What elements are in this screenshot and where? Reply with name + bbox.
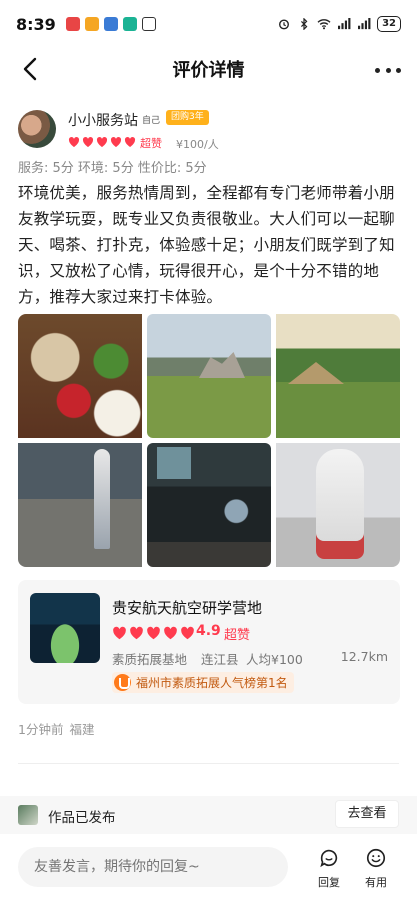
heart-icon [130, 626, 143, 640]
weibo-icon [84, 17, 99, 31]
poi-category: 素质拓展基地 [112, 652, 188, 667]
price-per-person: ¥100/人 [176, 138, 219, 151]
heart-icon [82, 137, 94, 147]
rank-badge[interactable]: 福州市素质拓展人气榜第1名 [112, 672, 294, 693]
alarm-icon [279, 19, 290, 30]
reply-button[interactable]: 回复 [309, 847, 349, 891]
sub-scores: 服务: 5分 环境: 5分 性价比: 5分 [18, 161, 207, 176]
rating-label: 超赞 [140, 137, 162, 150]
notification-icons [65, 17, 156, 31]
page-title: 评价详情 [172, 60, 245, 81]
nfc-icon [141, 17, 156, 31]
garden-building-photo[interactable] [147, 314, 271, 438]
level-badge: 团购3年 [166, 110, 209, 125]
heart-icon [164, 626, 177, 640]
poi-rating-hearts [112, 626, 195, 640]
heart-icon [181, 626, 194, 640]
heart-icon [96, 137, 108, 147]
review-text: 环境优美，服务热情周到，全程都有专门老师带着小朋友教学玩耍，既专业又负责很敬业。… [18, 184, 395, 306]
useful-label: 有用 [365, 876, 387, 889]
rank-text: 福州市素质拓展人气榜第1名 [136, 676, 288, 690]
reviewer-name[interactable]: 小小服务站 [68, 110, 138, 130]
exhibit-hall-photo[interactable] [147, 443, 271, 567]
heart-icon [124, 137, 136, 147]
bluetooth-icon [301, 18, 308, 30]
poi-score-label: 超赞 [224, 628, 251, 643]
poi-distance: 12.7km [340, 649, 388, 664]
comment-composer[interactable] [18, 847, 288, 887]
back-icon[interactable] [18, 56, 44, 82]
photo-grid [18, 314, 400, 568]
poi-name: 贵安航天航空研学营地 [112, 599, 263, 617]
reviewer-header: 小小服务站 自己 团购3年 超赞 ¥100/人 [18, 108, 399, 152]
heart-icon [110, 137, 122, 147]
more-icon[interactable] [375, 60, 401, 80]
battery-indicator: 32 [377, 16, 401, 32]
post-thumbnail-icon [18, 805, 38, 825]
poi-score: 4.9 [196, 623, 221, 639]
status-bar: 8:39 32 [0, 0, 417, 48]
system-icons: 32 [277, 16, 401, 32]
smile-icon [366, 848, 386, 868]
nav-bar: 评价详情 [0, 48, 417, 90]
published-banner: 作品已发布 去查看 [0, 796, 417, 834]
lawn-huts-photo[interactable] [276, 314, 400, 438]
view-post-button[interactable]: 去查看 [335, 800, 399, 828]
signal-icon [338, 18, 351, 30]
useful-button[interactable]: 有用 [356, 847, 396, 891]
ranking-icon [114, 674, 131, 691]
heart-icon [113, 626, 126, 640]
divider [18, 763, 399, 764]
published-text: 作品已发布 [48, 810, 116, 826]
app-notification-icon [122, 17, 137, 31]
poi-thumbnail [30, 593, 100, 663]
comment-input[interactable] [18, 847, 288, 887]
avatar[interactable] [18, 110, 56, 148]
post-meta: 1分钟前 福建 [18, 719, 94, 738]
post-time: 1分钟前 [18, 722, 64, 737]
spacesuit-photo[interactable] [276, 443, 400, 567]
self-tag: 自己 [142, 116, 161, 126]
rating-hearts [68, 136, 136, 148]
wifi-icon [317, 19, 331, 30]
app-notification-icon [65, 17, 80, 31]
food-photo[interactable] [18, 314, 142, 438]
app-notification-icon [103, 17, 118, 31]
post-location: 福建 [69, 722, 95, 737]
signal-icon [358, 18, 371, 30]
poi-avg-price: 人均¥100 [246, 652, 303, 667]
reply-label: 回复 [318, 876, 340, 889]
status-time: 8:39 [16, 14, 56, 34]
heart-icon [147, 626, 160, 640]
heart-icon [68, 137, 80, 147]
poi-area: 连江县 [201, 652, 239, 667]
poi-card[interactable]: 贵安航天航空研学营地 4.9 超赞 素质拓展基地 连江县 人均¥100 12.7… [18, 580, 400, 704]
reply-icon [320, 849, 338, 868]
space-museum-photo[interactable] [18, 443, 142, 567]
